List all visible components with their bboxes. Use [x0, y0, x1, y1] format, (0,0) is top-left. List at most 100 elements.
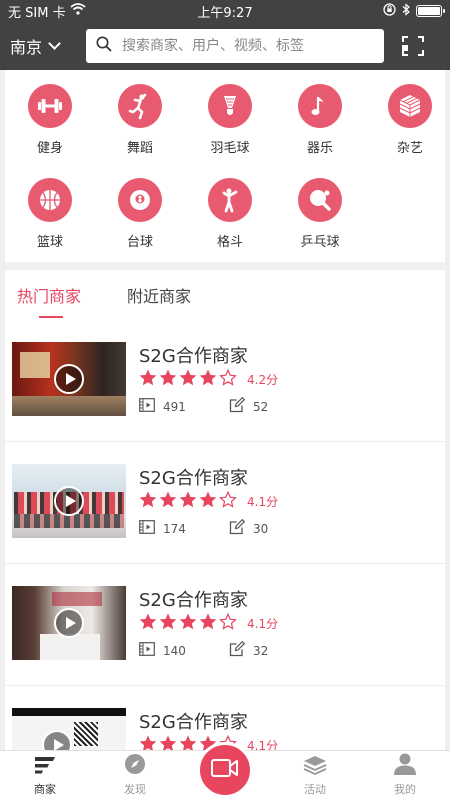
tab-hot-merchants[interactable]: 热门商家	[17, 270, 81, 320]
status-bar: 无 SIM 卡 上午9:27	[0, 0, 450, 22]
merchant-list-card: 热门商家 附近商家 S2G合作商家 4.2分 491 52 S2G合作商家 4.…	[5, 270, 445, 750]
post-count: 30	[253, 521, 269, 536]
search-input[interactable]	[122, 38, 362, 54]
battery-icon	[416, 5, 445, 17]
merchant-stats: 140 32	[139, 640, 319, 660]
star-filled-icon	[139, 735, 157, 750]
rating-stars: 4.1分	[139, 612, 278, 634]
rating-text: 4.1分	[247, 495, 279, 509]
star-filled-icon	[179, 491, 197, 512]
chevron-down-icon	[48, 37, 61, 50]
category-fighting[interactable]: 格斗	[190, 178, 270, 250]
merchant-item[interactable]: S2G合作商家 4.1分	[5, 686, 445, 750]
post-count: 32	[253, 643, 269, 658]
merchant-video-thumbnail[interactable]	[12, 342, 126, 416]
scan-icon[interactable]	[402, 36, 424, 56]
video-count: 174	[163, 521, 186, 536]
city-selector[interactable]: 南京	[10, 34, 80, 58]
star-empty-icon	[219, 368, 237, 390]
category-billiards[interactable]: 台球	[100, 178, 180, 250]
merchant-item[interactable]: S2G合作商家 4.1分 140 32	[5, 564, 445, 686]
rating-stars: 4.2分	[139, 368, 278, 390]
star-filled-icon	[179, 735, 197, 750]
merchant-stats: 491 52	[139, 396, 319, 416]
carrier-label: 无 SIM 卡	[8, 5, 66, 21]
edit-icon	[229, 640, 246, 660]
layers-icon	[303, 755, 327, 778]
merchant-name: S2G合作商家	[139, 590, 248, 611]
status-time: 上午9:27	[197, 5, 253, 21]
edit-icon	[229, 396, 246, 416]
rating-text: 4.1分	[247, 739, 279, 750]
category-fitness[interactable]: 健身	[10, 84, 90, 156]
merchant-video-thumbnail[interactable]	[12, 586, 126, 660]
merchant-name: S2G合作商家	[139, 468, 248, 489]
merchant-stats: 174 30	[139, 518, 319, 538]
merchants-nav-icon	[33, 755, 57, 778]
star-filled-icon	[179, 613, 197, 634]
category-badminton[interactable]: 羽毛球	[190, 84, 270, 156]
merchant-video-thumbnail[interactable]	[12, 464, 126, 538]
nav-discover[interactable]: 发现	[90, 751, 180, 800]
category-instrument[interactable]: 器乐	[280, 84, 360, 156]
nav-label: 活动	[304, 783, 326, 796]
music-note-icon	[298, 84, 342, 128]
star-filled-icon	[159, 735, 177, 750]
video-count-icon	[139, 520, 155, 537]
merchant-item[interactable]: S2G合作商家 4.1分 174 30	[5, 442, 445, 564]
video-count-icon	[139, 398, 155, 415]
table-tennis-icon	[298, 178, 342, 222]
tab-nearby-merchants[interactable]: 附近商家	[127, 270, 191, 320]
category-label: 格斗	[216, 235, 243, 250]
video-camera-icon	[211, 758, 239, 782]
star-filled-icon	[159, 369, 177, 390]
nav-activity[interactable]: 活动	[270, 751, 360, 800]
search-box[interactable]	[86, 29, 384, 63]
category-table-tennis[interactable]: 乒乓球	[280, 178, 360, 250]
edit-icon	[229, 518, 246, 538]
category-acrobatics[interactable]: 杂艺	[370, 84, 450, 156]
play-icon	[54, 486, 84, 516]
city-label: 南京	[10, 38, 43, 57]
wifi-icon	[69, 3, 86, 19]
category-grid: 健身 舞蹈 羽毛球 器乐 杂艺 篮球 台球 格斗 乒乓球	[5, 70, 445, 262]
category-label: 杂艺	[396, 141, 423, 156]
category-label: 乒乓球	[300, 235, 340, 250]
bluetooth-icon	[402, 2, 410, 20]
merchant-video-thumbnail[interactable]	[12, 708, 126, 750]
play-icon	[54, 608, 84, 638]
nav-label: 我的	[394, 783, 416, 796]
cube-icon	[388, 84, 432, 128]
video-count: 491	[163, 399, 186, 414]
star-filled-icon	[199, 369, 217, 390]
user-icon	[393, 753, 417, 778]
video-count-icon	[139, 642, 155, 659]
merchant-name: S2G合作商家	[139, 346, 248, 367]
category-label: 台球	[126, 235, 153, 250]
play-icon	[54, 364, 84, 394]
category-label: 器乐	[306, 141, 333, 156]
merchant-tabs: 热门商家 附近商家	[5, 270, 445, 320]
fighter-icon	[208, 178, 252, 222]
category-dance[interactable]: 舞蹈	[100, 84, 180, 156]
star-empty-icon	[219, 612, 237, 634]
nav-label: 商家	[34, 783, 56, 796]
rating-stars: 4.1分	[139, 490, 279, 512]
star-filled-icon	[159, 613, 177, 634]
search-icon	[96, 36, 112, 56]
category-basketball[interactable]: 篮球	[10, 178, 90, 250]
badminton-icon	[208, 84, 252, 128]
star-filled-icon	[139, 369, 157, 390]
dumbbell-icon	[28, 84, 72, 128]
nav-label: 发现	[124, 783, 146, 796]
star-filled-icon	[139, 491, 157, 512]
star-filled-icon	[139, 613, 157, 634]
nav-mine[interactable]: 我的	[360, 751, 450, 800]
merchant-item[interactable]: S2G合作商家 4.2分 491 52	[5, 320, 445, 442]
nav-merchants[interactable]: 商家	[0, 751, 90, 800]
record-video-button[interactable]	[197, 742, 253, 798]
video-count: 140	[163, 643, 186, 658]
billiard-ball-icon	[118, 178, 162, 222]
merchant-name: S2G合作商家	[139, 712, 248, 733]
compass-icon	[124, 753, 146, 778]
